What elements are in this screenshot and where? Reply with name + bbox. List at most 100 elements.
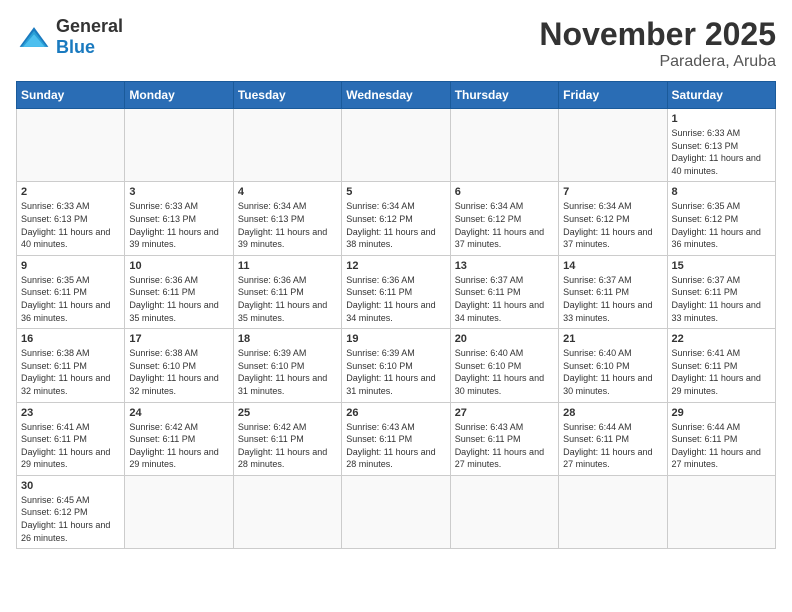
col-tuesday: Tuesday	[233, 82, 341, 109]
calendar-cell: 10 Sunrise: 6:36 AM Sunset: 6:11 PM Dayli…	[125, 255, 233, 328]
calendar-cell: 19 Sunrise: 6:39 AM Sunset: 6:10 PM Dayli…	[342, 329, 450, 402]
calendar-cell: 11 Sunrise: 6:36 AM Sunset: 6:11 PM Dayli…	[233, 255, 341, 328]
calendar-cell	[667, 475, 775, 548]
calendar-cell: 13Sunrise: 6:37 AM Sunset: 6:11 PM Dayli…	[450, 255, 558, 328]
day-info: Sunrise: 6:44 AM Sunset: 6:11 PM Dayligh…	[563, 421, 662, 471]
day-number: 16	[21, 333, 120, 345]
calendar-cell: 2Sunrise: 6:33 AM Sunset: 6:13 PM Daylig…	[17, 182, 125, 255]
day-info: Sunrise: 6:37 AM Sunset: 6:11 PM Dayligh…	[455, 274, 554, 324]
day-info: Sunrise: 6:34 AM Sunset: 6:12 PM Dayligh…	[346, 200, 445, 250]
day-number: 3	[129, 186, 228, 198]
page-header: General Blue November 2025 Paradera, Aru…	[16, 16, 776, 71]
calendar-week-row: 16 Sunrise: 6:38 AM Sunset: 6:11 PM Dayli…	[17, 329, 776, 402]
day-number: 26	[346, 407, 445, 419]
day-info: Sunrise: 6:34 AM Sunset: 6:12 PM Dayligh…	[455, 200, 554, 250]
calendar-cell: 7 Sunrise: 6:34 AM Sunset: 6:12 PM Daylig…	[559, 182, 667, 255]
day-number: 10	[129, 260, 228, 272]
day-info: Sunrise: 6:42 AM Sunset: 6:11 PM Dayligh…	[129, 421, 228, 471]
day-info: Sunrise: 6:39 AM Sunset: 6:10 PM Dayligh…	[346, 347, 445, 397]
day-info: Sunrise: 6:33 AM Sunset: 6:13 PM Dayligh…	[129, 200, 228, 250]
col-thursday: Thursday	[450, 82, 558, 109]
calendar-cell: 16 Sunrise: 6:38 AM Sunset: 6:11 PM Dayli…	[17, 329, 125, 402]
calendar-cell: 3 Sunrise: 6:33 AM Sunset: 6:13 PM Daylig…	[125, 182, 233, 255]
day-number: 19	[346, 333, 445, 345]
day-info: Sunrise: 6:36 AM Sunset: 6:11 PM Dayligh…	[129, 274, 228, 324]
calendar-cell: 17 Sunrise: 6:38 AM Sunset: 6:10 PM Dayli…	[125, 329, 233, 402]
day-number: 4	[238, 186, 337, 198]
day-number: 5	[346, 186, 445, 198]
calendar-cell: 20Sunrise: 6:40 AM Sunset: 6:10 PM Dayli…	[450, 329, 558, 402]
col-sunday: Sunday	[17, 82, 125, 109]
calendar-cell: 26Sunrise: 6:43 AM Sunset: 6:11 PM Dayli…	[342, 402, 450, 475]
calendar-table: Sunday Monday Tuesday Wednesday Thursday…	[16, 81, 776, 549]
day-info: Sunrise: 6:45 AM Sunset: 6:12 PM Dayligh…	[21, 494, 120, 544]
calendar-cell: 25 Sunrise: 6:42 AM Sunset: 6:11 PM Dayli…	[233, 402, 341, 475]
day-info: Sunrise: 6:35 AM Sunset: 6:11 PM Dayligh…	[21, 274, 120, 324]
calendar-cell: 23 Sunrise: 6:41 AM Sunset: 6:11 PM Dayli…	[17, 402, 125, 475]
calendar-cell	[233, 109, 341, 182]
day-info: Sunrise: 6:44 AM Sunset: 6:11 PM Dayligh…	[672, 421, 771, 471]
day-info: Sunrise: 6:34 AM Sunset: 6:13 PM Dayligh…	[238, 200, 337, 250]
col-saturday: Saturday	[667, 82, 775, 109]
calendar-cell: 30Sunrise: 6:45 AM Sunset: 6:12 PM Dayli…	[17, 475, 125, 548]
day-number: 21	[563, 333, 662, 345]
calendar-cell: 1Sunrise: 6:33 AM Sunset: 6:13 PM Daylig…	[667, 109, 775, 182]
day-info: Sunrise: 6:36 AM Sunset: 6:11 PM Dayligh…	[346, 274, 445, 324]
calendar-cell: 24 Sunrise: 6:42 AM Sunset: 6:11 PM Dayli…	[125, 402, 233, 475]
calendar-cell	[450, 109, 558, 182]
day-number: 24	[129, 407, 228, 419]
day-info: Sunrise: 6:38 AM Sunset: 6:11 PM Dayligh…	[21, 347, 120, 397]
day-info: Sunrise: 6:36 AM Sunset: 6:11 PM Dayligh…	[238, 274, 337, 324]
calendar-cell: 22Sunrise: 6:41 AM Sunset: 6:11 PM Dayli…	[667, 329, 775, 402]
day-info: Sunrise: 6:40 AM Sunset: 6:10 PM Dayligh…	[455, 347, 554, 397]
col-friday: Friday	[559, 82, 667, 109]
day-info: Sunrise: 6:33 AM Sunset: 6:13 PM Dayligh…	[672, 127, 771, 177]
logo-icon	[16, 23, 52, 51]
logo-text: General Blue	[56, 16, 123, 58]
day-number: 6	[455, 186, 554, 198]
day-info: Sunrise: 6:35 AM Sunset: 6:12 PM Dayligh…	[672, 200, 771, 250]
calendar-cell	[342, 109, 450, 182]
day-info: Sunrise: 6:38 AM Sunset: 6:10 PM Dayligh…	[129, 347, 228, 397]
calendar-cell: 28 Sunrise: 6:44 AM Sunset: 6:11 PM Dayli…	[559, 402, 667, 475]
day-number: 9	[21, 260, 120, 272]
day-number: 7	[563, 186, 662, 198]
day-number: 8	[672, 186, 771, 198]
day-info: Sunrise: 6:37 AM Sunset: 6:11 PM Dayligh…	[563, 274, 662, 324]
calendar-cell: 6 Sunrise: 6:34 AM Sunset: 6:12 PM Daylig…	[450, 182, 558, 255]
day-number: 23	[21, 407, 120, 419]
calendar-cell	[125, 475, 233, 548]
calendar-cell: 15Sunrise: 6:37 AM Sunset: 6:11 PM Dayli…	[667, 255, 775, 328]
calendar-cell	[233, 475, 341, 548]
calendar-cell	[125, 109, 233, 182]
day-number: 25	[238, 407, 337, 419]
calendar-cell	[559, 475, 667, 548]
calendar-header-row: Sunday Monday Tuesday Wednesday Thursday…	[17, 82, 776, 109]
calendar-week-row: 9 Sunrise: 6:35 AM Sunset: 6:11 PM Daylig…	[17, 255, 776, 328]
logo: General Blue	[16, 16, 123, 58]
day-info: Sunrise: 6:42 AM Sunset: 6:11 PM Dayligh…	[238, 421, 337, 471]
day-number: 17	[129, 333, 228, 345]
calendar-cell: 8 Sunrise: 6:35 AM Sunset: 6:12 PM Daylig…	[667, 182, 775, 255]
day-number: 22	[672, 333, 771, 345]
calendar-cell	[17, 109, 125, 182]
day-number: 11	[238, 260, 337, 272]
day-info: Sunrise: 6:43 AM Sunset: 6:11 PM Dayligh…	[455, 421, 554, 471]
day-number: 28	[563, 407, 662, 419]
col-monday: Monday	[125, 82, 233, 109]
calendar-cell	[342, 475, 450, 548]
calendar-week-row: 1Sunrise: 6:33 AM Sunset: 6:13 PM Daylig…	[17, 109, 776, 182]
calendar-cell: 4 Sunrise: 6:34 AM Sunset: 6:13 PM Daylig…	[233, 182, 341, 255]
day-number: 15	[672, 260, 771, 272]
day-info: Sunrise: 6:33 AM Sunset: 6:13 PM Dayligh…	[21, 200, 120, 250]
month-title: November 2025	[539, 16, 776, 53]
col-wednesday: Wednesday	[342, 82, 450, 109]
day-info: Sunrise: 6:39 AM Sunset: 6:10 PM Dayligh…	[238, 347, 337, 397]
calendar-cell	[559, 109, 667, 182]
calendar-cell: 14Sunrise: 6:37 AM Sunset: 6:11 PM Dayli…	[559, 255, 667, 328]
location-subtitle: Paradera, Aruba	[539, 53, 776, 71]
day-number: 12	[346, 260, 445, 272]
day-info: Sunrise: 6:41 AM Sunset: 6:11 PM Dayligh…	[21, 421, 120, 471]
calendar-week-row: 23 Sunrise: 6:41 AM Sunset: 6:11 PM Dayli…	[17, 402, 776, 475]
day-info: Sunrise: 6:34 AM Sunset: 6:12 PM Dayligh…	[563, 200, 662, 250]
